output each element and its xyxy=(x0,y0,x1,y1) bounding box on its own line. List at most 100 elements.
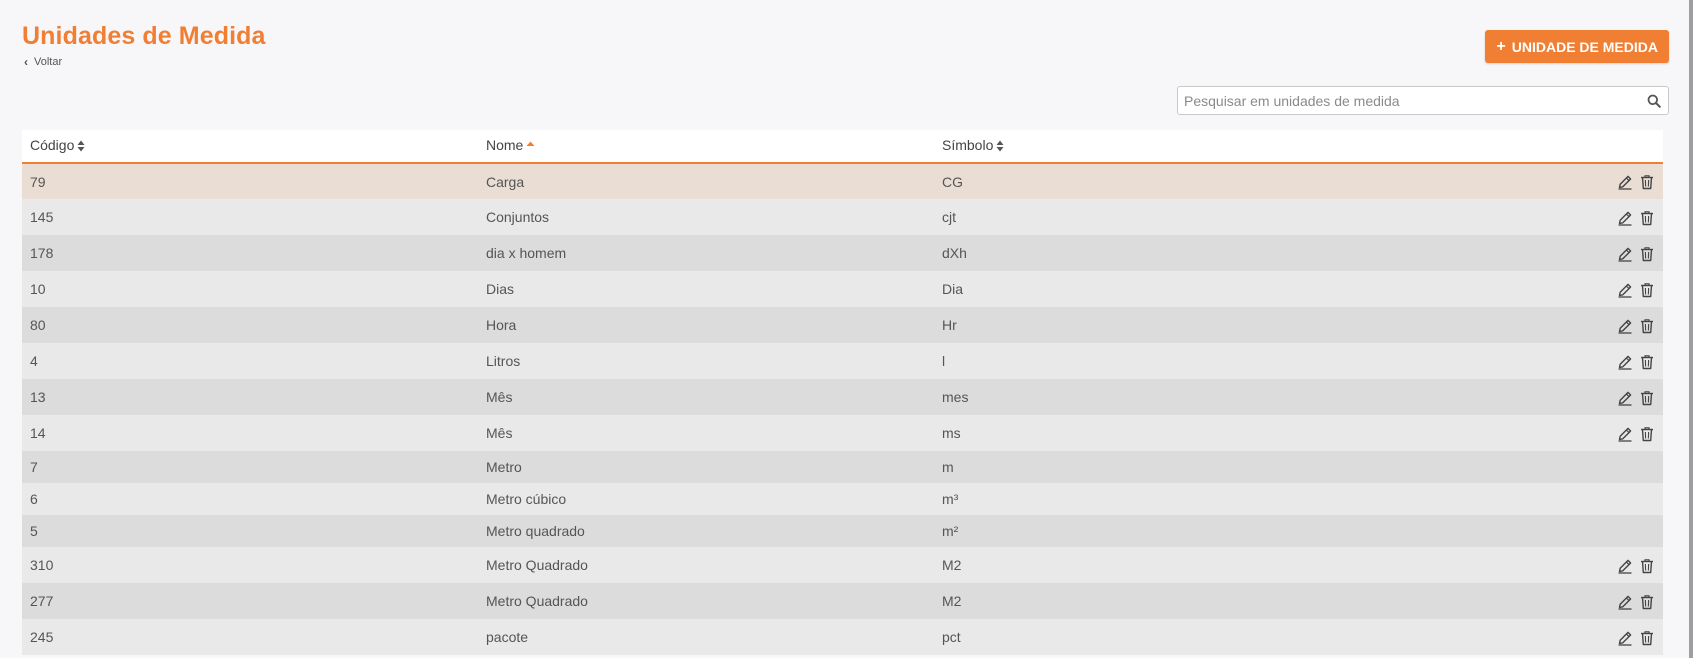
cell-simbolo: dXh xyxy=(942,245,967,261)
trash-icon[interactable] xyxy=(1639,354,1655,370)
scrollbar[interactable] xyxy=(1689,0,1693,658)
table-row[interactable]: 245 pacote pct xyxy=(22,619,1663,655)
edit-icon[interactable] xyxy=(1617,594,1633,610)
table-row[interactable]: 4 Litros l xyxy=(22,343,1663,379)
cell-simbolo: m³ xyxy=(942,491,959,507)
cell-nome: Dias xyxy=(486,281,515,297)
trash-icon[interactable] xyxy=(1639,558,1655,574)
cell-simbolo: m² xyxy=(942,523,959,539)
table-row[interactable]: 310 Metro Quadrado M2 xyxy=(22,547,1663,583)
cell-simbolo: pct xyxy=(942,629,961,645)
cell-simbolo: cjt xyxy=(942,209,956,225)
cell-actions xyxy=(1390,619,1663,655)
cell-nome: Mês xyxy=(486,389,513,405)
cell-simbolo: mes xyxy=(942,389,969,405)
table-body: 79 Carga CG 145 Conjuntos cjt 178 dia x homem… xyxy=(22,163,1663,655)
column-header-label: Código xyxy=(30,137,75,154)
cell-simbolo: Dia xyxy=(942,281,964,297)
cell-actions xyxy=(1390,379,1663,415)
trash-icon[interactable] xyxy=(1639,246,1655,262)
cell-actions xyxy=(1390,235,1663,271)
cell-actions xyxy=(1390,515,1663,547)
cell-codigo: 310 xyxy=(30,557,54,573)
cell-simbolo: ms xyxy=(942,425,961,441)
trash-icon[interactable] xyxy=(1639,210,1655,226)
search-box xyxy=(1177,86,1669,115)
search-icon[interactable] xyxy=(1640,87,1668,114)
cell-codigo: 245 xyxy=(30,629,54,645)
table-row[interactable]: 7 Metro m xyxy=(22,451,1663,483)
edit-icon[interactable] xyxy=(1617,390,1633,406)
cell-codigo: 145 xyxy=(30,209,54,225)
cell-codigo: 5 xyxy=(30,523,38,539)
table-row[interactable]: 277 Metro Quadrado M2 xyxy=(22,583,1663,619)
trash-icon[interactable] xyxy=(1639,594,1655,610)
plus-icon: + xyxy=(1496,37,1506,55)
cell-actions xyxy=(1390,415,1663,451)
add-unit-button[interactable]: + UNIDADE DE MEDIDA xyxy=(1485,30,1669,63)
edit-icon[interactable] xyxy=(1617,282,1633,298)
cell-codigo: 80 xyxy=(30,317,46,333)
cell-simbolo: CG xyxy=(942,173,963,190)
cell-actions xyxy=(1390,547,1663,583)
edit-icon[interactable] xyxy=(1617,630,1633,646)
cell-simbolo: Hr xyxy=(942,317,957,333)
cell-nome: dia x homem xyxy=(486,245,567,261)
edit-icon[interactable] xyxy=(1617,558,1633,574)
cell-codigo: 6 xyxy=(30,491,38,507)
cell-simbolo: l xyxy=(942,353,946,369)
cell-actions xyxy=(1390,199,1663,235)
cell-actions xyxy=(1390,451,1663,483)
cell-codigo: 14 xyxy=(30,425,46,441)
trash-icon[interactable] xyxy=(1639,282,1655,298)
column-header-simbolo[interactable]: Símbolo xyxy=(934,130,1390,163)
cell-nome: Metro Quadrado xyxy=(486,593,588,609)
trash-icon[interactable] xyxy=(1639,174,1655,190)
trash-icon[interactable] xyxy=(1639,630,1655,646)
table-row[interactable]: 13 Mês mes xyxy=(22,379,1663,415)
page: Unidades de Medida ‹ Voltar + UNIDADE DE… xyxy=(0,0,1693,658)
column-header-nome[interactable]: Nome xyxy=(478,130,934,163)
search-input[interactable] xyxy=(1178,87,1640,114)
trash-icon[interactable] xyxy=(1639,390,1655,406)
add-unit-button-label: UNIDADE DE MEDIDA xyxy=(1511,38,1658,55)
edit-icon[interactable] xyxy=(1617,426,1633,442)
cell-simbolo: m xyxy=(942,459,954,475)
table-row[interactable]: 145 Conjuntos cjt xyxy=(22,199,1663,235)
cell-codigo: 7 xyxy=(30,459,38,475)
table-row[interactable]: 5 Metro quadrado m² xyxy=(22,515,1663,547)
edit-icon[interactable] xyxy=(1617,174,1633,190)
cell-codigo: 13 xyxy=(30,389,46,405)
sort-up-icon xyxy=(526,139,535,155)
back-label: Voltar xyxy=(34,56,63,68)
cell-nome: Metro quadrado xyxy=(486,523,585,539)
trash-icon[interactable] xyxy=(1639,318,1655,334)
cell-simbolo: M2 xyxy=(942,593,962,609)
table-row[interactable]: 178 dia x homem dXh xyxy=(22,235,1663,271)
edit-icon[interactable] xyxy=(1617,354,1633,370)
cell-actions xyxy=(1390,271,1663,307)
cell-nome: Litros xyxy=(486,353,521,369)
edit-icon[interactable] xyxy=(1617,318,1633,334)
table-row[interactable]: 14 Mês ms xyxy=(22,415,1663,451)
cell-codigo: 277 xyxy=(30,593,54,609)
table-row[interactable]: 10 Dias Dia xyxy=(22,271,1663,307)
column-header-codigo[interactable]: Código xyxy=(22,130,478,163)
column-header-label: Símbolo xyxy=(942,137,994,154)
table-row[interactable]: 80 Hora Hr xyxy=(22,307,1663,343)
edit-icon[interactable] xyxy=(1617,210,1633,226)
units-table: Código Nome Símbolo 79 Carga CG 145 Conjunt… xyxy=(22,130,1663,655)
column-header-actions xyxy=(1390,130,1663,163)
cell-nome: Hora xyxy=(486,317,517,333)
cell-codigo: 79 xyxy=(30,173,46,190)
cell-simbolo: M2 xyxy=(942,557,962,573)
sort-icon xyxy=(77,139,85,155)
trash-icon[interactable] xyxy=(1639,426,1655,442)
column-header-label: Nome xyxy=(486,137,524,154)
cell-codigo: 4 xyxy=(30,353,38,369)
edit-icon[interactable] xyxy=(1617,246,1633,262)
table-row[interactable]: 6 Metro cúbico m³ xyxy=(22,483,1663,515)
back-link[interactable]: ‹ Voltar xyxy=(24,56,62,68)
cell-codigo: 178 xyxy=(30,245,54,261)
table-row[interactable]: 79 Carga CG xyxy=(22,163,1663,199)
